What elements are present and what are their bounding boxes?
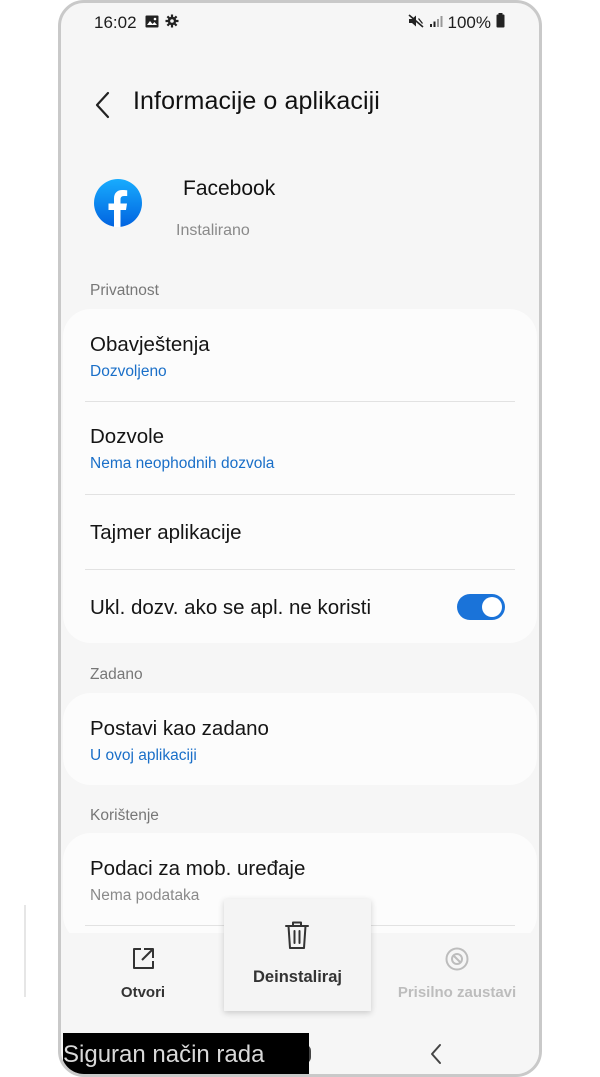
notifications-value: Dozvoljeno [90, 363, 167, 380]
phone-screen: 16:02 100% Informacije o aplikaciji Face… [58, 0, 542, 1077]
section-label-defaults: Zadano [90, 666, 143, 683]
uninstall-label: Deinstaliraj [253, 968, 342, 986]
battery-level: 100% [447, 13, 491, 32]
app-timer-row[interactable]: Tajmer aplikacije [63, 495, 537, 569]
app-timer-title: Tajmer aplikacije [90, 521, 242, 544]
status-bar: 16:02 100% [61, 3, 539, 43]
remove-permissions-title: Ukl. dozv. ako se apl. ne koristi [90, 596, 372, 619]
set-default-row[interactable]: Postavi kao zadano U ovoj aplikaciji [63, 693, 537, 785]
side-edge-mark [24, 905, 26, 997]
remove-permissions-toggle[interactable] [457, 594, 505, 620]
chevron-left-icon [95, 91, 110, 119]
trash-icon [283, 919, 311, 956]
permissions-value: Nema neophodnih dozvola [90, 455, 275, 472]
mobile-data-value: Nema podataka [90, 887, 200, 904]
permissions-title: Dozvole [90, 425, 165, 448]
section-label-privacy: Privatnost [90, 282, 159, 299]
app-name: Facebook [183, 177, 276, 200]
mute-icon [407, 13, 424, 33]
section-label-usage: Korištenje [90, 807, 159, 824]
privacy-card: Obavještenja Dozvoljeno Dozvole Nema neo… [63, 309, 537, 643]
open-label: Otvori [120, 984, 166, 1001]
back-arrow-icon [431, 1044, 441, 1064]
remove-permissions-row[interactable]: Ukl. dozv. ako se apl. ne koristi [63, 570, 537, 643]
notifications-title: Obavještenja [90, 333, 210, 356]
signal-icon [429, 13, 443, 33]
page-title: Informacije o aplikaciji [133, 87, 380, 115]
notifications-row[interactable]: Obavještenja Dozvoljeno [63, 309, 537, 401]
status-right: 100% [407, 13, 505, 33]
app-install-status: Instalirano [176, 222, 250, 239]
uninstall-button[interactable]: Deinstaliraj [224, 899, 371, 1011]
force-stop-label: Prisilno zaustavi [397, 984, 517, 1001]
status-time: 16:02 [94, 13, 137, 32]
back-button[interactable] [83, 85, 123, 125]
set-default-title: Postavi kao zadano [90, 717, 269, 740]
app-bar: Informacije o aplikaciji [61, 73, 539, 133]
back-nav-button[interactable] [416, 1039, 456, 1069]
status-left-icons [145, 14, 179, 33]
safe-mode-text: Siguran način rada [63, 1041, 265, 1068]
safe-mode-banner: Siguran način rada [63, 1033, 309, 1074]
mobile-data-title: Podaci za mob. uređaje [90, 857, 306, 880]
defaults-card: Postavi kao zadano U ovoj aplikaciji [63, 693, 537, 785]
permissions-row[interactable]: Dozvole Nema neophodnih dozvola [63, 402, 537, 494]
battery-icon [496, 13, 505, 33]
block-icon [444, 946, 470, 977]
settings-gear-icon [165, 14, 179, 33]
open-external-icon [130, 946, 156, 977]
facebook-logo-icon [92, 177, 144, 229]
set-default-value: U ovoj aplikaciji [90, 747, 197, 764]
toggle-knob [482, 597, 502, 617]
gallery-icon [145, 15, 159, 33]
